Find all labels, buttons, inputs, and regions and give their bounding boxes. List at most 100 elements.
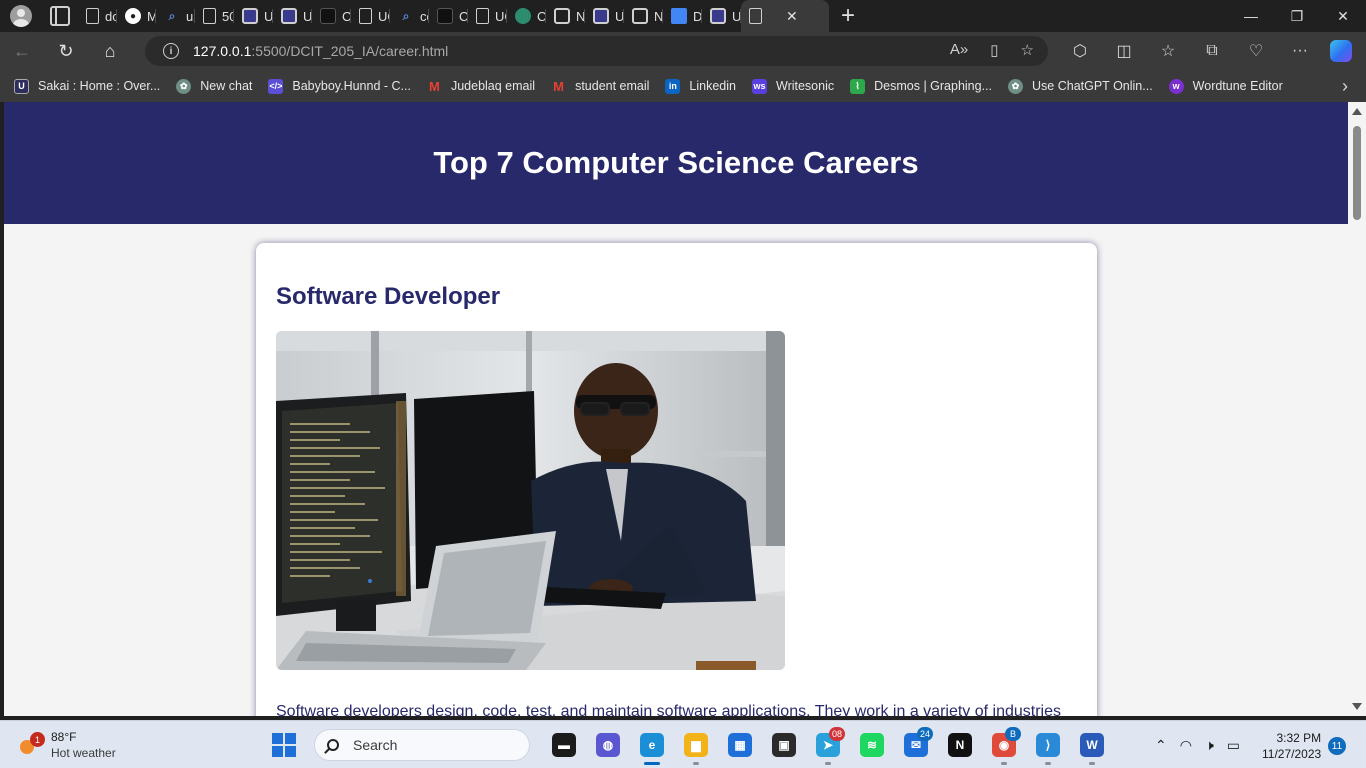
browser-tab[interactable]: CS F xyxy=(507,0,546,32)
spotify-app[interactable]: ≋ xyxy=(850,725,894,765)
bookmark-item[interactable]: in Linkedin xyxy=(665,78,736,94)
store-app[interactable]: ▦ xyxy=(718,725,762,765)
windows-start-icon[interactable] xyxy=(272,733,296,757)
browser-tab[interactable]: ⌕ univ xyxy=(156,0,195,32)
weather-widget[interactable]: 1 88°F Hot weather xyxy=(20,729,116,761)
ug-crest-icon xyxy=(593,8,609,24)
gmail-icon: M xyxy=(429,78,440,94)
photos-icon: ▣ xyxy=(772,733,796,757)
bookmark-item[interactable]: </> Babyboy.Hunnd - C... xyxy=(268,78,411,94)
vscode-app[interactable]: ⟩ xyxy=(1026,725,1070,765)
search-label: Search xyxy=(353,737,398,753)
close-window-button[interactable]: ✕ xyxy=(1320,0,1366,32)
close-tab-icon[interactable]: ✕ xyxy=(786,8,798,25)
site-info-icon[interactable]: i xyxy=(163,43,179,59)
chevron-up-icon[interactable]: ⌃ xyxy=(1155,737,1167,754)
browser-tab[interactable]: UG | xyxy=(234,0,273,32)
refresh-button[interactable]: ↻ xyxy=(44,32,88,70)
browser-tab[interactable]: UG | xyxy=(702,0,741,32)
bookmark-item[interactable]: U Sakai : Home : Over... xyxy=(14,78,161,94)
browser-tab[interactable]: New xyxy=(546,0,585,32)
tab-title: CS F xyxy=(537,8,546,24)
copilot-icon[interactable] xyxy=(1330,40,1352,62)
page-scrollbar[interactable] xyxy=(1348,102,1366,716)
spotify-icon: ≋ xyxy=(860,733,884,757)
minimize-button[interactable]: — xyxy=(1228,0,1274,32)
home-button[interactable]: ⌂ xyxy=(88,32,132,70)
photos-app[interactable]: ▣ xyxy=(762,725,806,765)
scroll-down-icon[interactable] xyxy=(1352,703,1362,710)
new-tab-button[interactable]: + xyxy=(841,2,855,30)
url-text[interactable]: 127.0.0.1:5500/DCIT_205_IA/career.html xyxy=(193,43,448,59)
browser-tab[interactable]: UG xyxy=(468,0,507,32)
bookmark-item[interactable]: w Wordtune Editor xyxy=(1168,78,1283,94)
immersive-reader-icon[interactable]: ▯ xyxy=(990,41,998,59)
video-chat-icon: ◍ xyxy=(596,733,620,757)
tab-title: UG | xyxy=(303,8,312,24)
browser-tab[interactable]: UG | xyxy=(351,0,390,32)
volume-muted-icon[interactable]: 🕨 xyxy=(1205,737,1214,754)
profile-avatar[interactable] xyxy=(10,5,32,27)
chatgpt-icon: ✿ xyxy=(1008,78,1024,94)
tab-actions-icon[interactable] xyxy=(50,6,70,26)
url-host: 127.0.0.1 xyxy=(193,43,252,59)
tab-active[interactable]: ✕ xyxy=(741,0,829,32)
tab-title: UG | xyxy=(378,8,390,24)
bookmark-label: Sakai : Home : Over... xyxy=(38,79,161,93)
bookmark-item[interactable]: ✿ Use ChatGPT Onlin... xyxy=(1008,78,1153,94)
browser-tab[interactable]: UG | xyxy=(585,0,624,32)
browser-tab[interactable]: 502 xyxy=(195,0,234,32)
browser-tab[interactable]: docs xyxy=(78,0,117,32)
browser-tab[interactable]: ● Mar xyxy=(117,0,156,32)
bookmark-item[interactable]: ws Writesonic xyxy=(752,78,834,94)
battery-icon[interactable]: ▭ xyxy=(1227,737,1240,754)
read-aloud-icon[interactable]: A» xyxy=(950,41,968,59)
notification-badge[interactable]: 11 xyxy=(1328,737,1346,755)
extensions-icon[interactable]: ⬡ xyxy=(1058,41,1102,61)
clock-time: 3:32 PM xyxy=(1276,731,1322,745)
restore-button[interactable]: ❐ xyxy=(1274,0,1320,32)
folder-app[interactable]: ▆ xyxy=(674,725,718,765)
favorites-icon[interactable]: ☆ xyxy=(1146,41,1190,61)
career-photo xyxy=(276,331,785,670)
file-icon xyxy=(86,8,99,24)
back-button[interactable]: ← xyxy=(0,32,44,70)
browser-tab[interactable]: DCIT xyxy=(663,0,702,32)
clock-date: 11/27/2023 xyxy=(1262,747,1322,761)
scrollbar-thumb[interactable] xyxy=(1353,126,1361,220)
browser-tab[interactable]: New xyxy=(624,0,663,32)
chevron-right-icon[interactable]: › xyxy=(1342,76,1348,97)
bookmark-item[interactable]: Mstudent email xyxy=(551,79,649,94)
telegram-app[interactable]: ➤ 08 xyxy=(806,725,850,765)
code-icon: </> xyxy=(268,78,284,94)
file-explorer-app[interactable]: ▬ xyxy=(542,725,586,765)
address-bar[interactable]: i 127.0.0.1:5500/DCIT_205_IA/career.html… xyxy=(145,36,1048,66)
video-chat-app[interactable]: ◍ xyxy=(586,725,630,765)
chrome-app[interactable]: ◉ B xyxy=(982,725,1026,765)
bookmark-item[interactable]: M Judeblaq email xyxy=(427,79,535,94)
file-icon xyxy=(476,8,489,24)
word-app[interactable]: W xyxy=(1070,725,1114,765)
browser-tab[interactable]: UG | xyxy=(273,0,312,32)
netflix-app[interactable]: N xyxy=(938,725,982,765)
collections-icon[interactable]: ⧉ xyxy=(1190,42,1234,60)
bookmark-item[interactable]: ✿ New chat xyxy=(176,78,252,94)
tab-title: docs xyxy=(105,8,117,24)
browser-tab[interactable]: Com xyxy=(312,0,351,32)
running-indicator xyxy=(1045,762,1051,765)
url-path: :5500/DCIT_205_IA/career.html xyxy=(251,43,449,59)
bookmark-item[interactable]: ⌇ Desmos | Graphing... xyxy=(850,78,992,94)
browser-tab[interactable]: ⌕ com xyxy=(390,0,429,32)
clock[interactable]: 3:32 PM 11/27/2023 xyxy=(1262,730,1321,762)
edge-app[interactable]: e xyxy=(630,725,674,765)
wordtune-icon: w xyxy=(1168,78,1184,94)
scroll-up-icon[interactable] xyxy=(1352,108,1362,115)
wifi-icon[interactable]: ◠ xyxy=(1180,737,1192,754)
browser-essentials-icon[interactable]: ♡ xyxy=(1234,41,1278,61)
favorite-star-icon[interactable]: ☆ xyxy=(1021,41,1034,59)
taskbar-search[interactable]: Search xyxy=(314,729,530,761)
more-menu-icon[interactable]: ··· xyxy=(1278,42,1322,60)
browser-tab[interactable]: Con xyxy=(429,0,468,32)
split-screen-icon[interactable]: ◫ xyxy=(1102,41,1146,61)
mail-app[interactable]: ✉ 24 xyxy=(894,725,938,765)
